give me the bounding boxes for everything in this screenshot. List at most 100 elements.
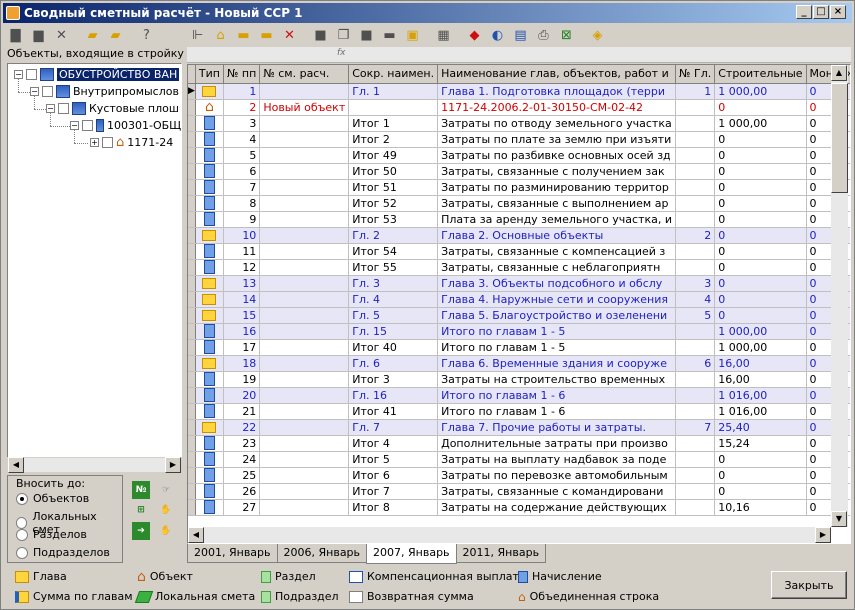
type-cell[interactable] [195,371,224,388]
column-header-short[interactable]: Сокр. наимен. [348,65,439,84]
tree-node-100301[interactable]: − 100301-ОБЩ [70,117,181,134]
type-cell[interactable] [195,179,224,196]
short-name-cell[interactable]: Итог 3 [348,371,439,388]
chapter-cell[interactable] [675,403,716,420]
pp-cell[interactable]: 12 [223,259,261,276]
type-cell[interactable] [195,243,224,260]
type-cell[interactable] [195,355,224,372]
sm-cell[interactable] [259,259,350,276]
collapse-icon[interactable]: − [46,104,55,113]
formula-bar[interactable]: fx [187,47,851,63]
pp-cell[interactable]: 13 [223,275,261,292]
name-cell[interactable]: Плата за аренду земельного участка, и [437,211,677,228]
folder-window-icon[interactable]: ▣ [402,25,423,46]
short-name-cell[interactable]: Итог 8 [348,499,439,516]
construction-cell[interactable]: 1 016,00 [714,403,807,420]
chapter-cell[interactable] [675,387,716,404]
short-name-cell[interactable]: Итог 52 [348,195,439,212]
copy-icon[interactable]: ❐ [333,25,354,46]
name-cell[interactable]: Затраты, связанные с командировани [437,483,677,500]
short-name-cell[interactable]: Итог 51 [348,179,439,196]
type-cell[interactable] [195,259,224,276]
type-cell[interactable] [195,195,224,212]
sm-cell[interactable] [259,83,350,100]
print-icon[interactable]: ⎙ [533,25,554,46]
help-icon[interactable]: ? [136,25,157,46]
pp-cell[interactable]: 5 [223,147,261,164]
table-row[interactable]: 4 Итог 2 Затраты по плате за землю при изъ… [188,131,850,148]
short-name-cell[interactable]: Итог 54 [348,243,439,260]
name-cell[interactable]: Затраты по перевозке автомобильным [437,467,677,484]
name-cell[interactable]: Глава 3. Объекты подсобного и обслу [437,275,677,292]
short-name-cell[interactable]: Итог 55 [348,259,439,276]
pp-cell[interactable]: 18 [223,355,261,372]
name-cell[interactable]: Глава 6. Временные здания и сооруже [437,355,677,372]
short-name-cell[interactable]: Итог 49 [348,147,439,164]
type-cell[interactable] [195,83,224,100]
pp-cell[interactable]: 22 [223,419,261,436]
name-cell[interactable]: Глава 2. Основные объекты [437,227,677,244]
table-row[interactable]: 17 Итог 40 Итого по главам 1 - 51 000,00 0 [188,339,850,356]
short-name-cell[interactable]: Итог 7 [348,483,439,500]
short-name-cell[interactable]: Итог 40 [348,339,439,356]
chapter-cell[interactable] [675,179,716,196]
name-cell[interactable]: Затраты, связанные с выполнением ар [437,195,677,212]
type-cell[interactable] [195,227,224,244]
table-row[interactable]: 20 Гл. 16 Итого по главам 1 - 61 016,00 0 [188,387,850,404]
name-cell[interactable]: Итого по главам 1 - 6 [437,387,677,404]
name-cell[interactable]: Глава 1. Подготовка площадок (терри [437,83,677,100]
pp-cell[interactable]: 7 [223,179,261,196]
chapter-cell[interactable] [675,467,716,484]
construction-cell[interactable]: 0 [714,307,807,324]
close-button[interactable]: Закрыть [771,571,847,599]
pp-cell[interactable]: 16 [223,323,261,340]
pp-cell[interactable]: 15 [223,307,261,324]
construction-cell[interactable]: 10,16 [714,499,807,516]
radio-button[interactable] [16,528,28,541]
short-name-cell[interactable]: Итог 5 [348,451,439,468]
print-preview-icon[interactable]: ◐ [487,25,508,46]
grid-vertical-scrollbar[interactable]: ▲ ▼ [831,65,848,527]
name-cell[interactable]: Затраты, связанные с получением зак [437,163,677,180]
table-row[interactable]: 26 Итог 7 Затраты, связанные с командирова… [188,483,850,500]
object-icon[interactable]: ⌂ [210,25,231,46]
pp-cell[interactable]: 10 [223,227,261,244]
close-window-button[interactable]: × [830,5,846,19]
chapter-cell[interactable] [675,99,716,116]
type-cell[interactable] [195,275,224,292]
table-row[interactable]: 13 Гл. 3 Глава 3. Объекты подсобного и обс… [188,275,850,292]
folder-new-icon[interactable]: ▬ [233,25,254,46]
book-icon[interactable]: ◈ [587,25,608,46]
tab-2007[interactable]: 2007, Январь [366,544,457,564]
type-cell[interactable] [195,419,224,436]
chapter-cell[interactable] [675,499,716,516]
tree-checkbox[interactable] [82,120,93,131]
calculator-icon[interactable]: ▦ [433,25,454,46]
edit-doc-icon[interactable]: ▆ [28,25,49,46]
construction-cell[interactable]: 0 [714,179,807,196]
table-row[interactable]: 25 Итог 6 Затраты по перевозке автомобильн… [188,467,850,484]
column-header-pp[interactable]: № пп [223,65,261,84]
tree-checkbox[interactable] [26,69,37,80]
eraser-icon[interactable]: ◆ [464,25,485,46]
sm-cell[interactable] [259,275,350,292]
tab-2011[interactable]: 2011, Январь [455,544,547,563]
construction-cell[interactable]: 0 [714,147,807,164]
sm-cell[interactable] [259,147,350,164]
column-header-gl[interactable]: № Гл. [675,65,716,84]
table-row[interactable]: 18 Гл. 6 Глава 6. Временные здания и соору… [188,355,850,372]
sm-cell[interactable] [259,339,350,356]
sm-cell[interactable] [259,499,350,516]
grid-horizontal-scrollbar[interactable]: ◀ ▶ [188,527,831,543]
name-cell[interactable]: Затраты по разбивке основных осей зд [437,147,677,164]
import-icon[interactable]: ▰ [82,25,103,46]
table-row[interactable]: 3 Итог 1 Затраты по отводу земельного учас… [188,115,850,132]
construction-cell[interactable]: 0 [714,291,807,308]
pp-cell[interactable]: 21 [223,403,261,420]
scroll-left-icon[interactable]: ◀ [188,527,204,543]
tree-insert-icon[interactable]: ⊞ [132,501,150,519]
type-cell[interactable] [195,435,224,452]
ssr-grid[interactable]: Тип № пп № см. расч. Сокр. наимен. Наиме… [187,64,851,544]
column-header-construction[interactable]: Строительные [714,65,807,84]
type-cell[interactable] [195,323,224,340]
